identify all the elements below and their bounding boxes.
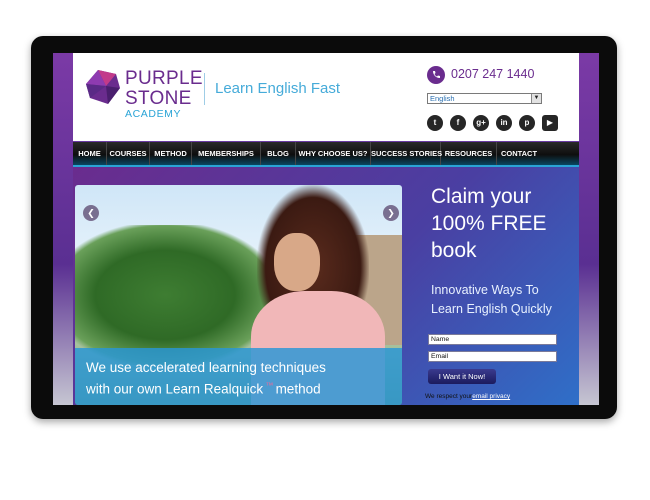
nav-item-home[interactable]: HOME xyxy=(73,142,107,165)
twitter-icon[interactable]: t xyxy=(427,115,443,131)
nav-item-resources[interactable]: RESOURCES xyxy=(441,142,497,165)
facebook-icon[interactable]: f xyxy=(450,115,466,131)
offer-heading: Claim your 100% FREE book xyxy=(431,183,571,264)
phone-number[interactable]: 0207 247 1440 xyxy=(451,67,534,81)
caption-line-1: We use accelerated learning techniques xyxy=(86,360,326,375)
logo-line-2: STONE xyxy=(125,88,192,109)
privacy-link[interactable]: email privacy xyxy=(472,393,510,400)
site-header: PURPLE STONE ACADEMY Learn English Fast … xyxy=(73,53,579,141)
hero-slider[interactable]: We use accelerated learning techniques w… xyxy=(75,185,402,405)
phone-icon xyxy=(427,66,445,84)
email-field[interactable]: Email xyxy=(428,351,557,362)
slide-caption: We use accelerated learning techniques w… xyxy=(86,359,326,399)
nav-item-contact[interactable]: CONTACT xyxy=(497,142,541,165)
gem-logo-icon[interactable] xyxy=(84,68,122,108)
offer-line-1: Claim your xyxy=(431,185,532,208)
caption-line-2: with our own Learn Realquick ™ method xyxy=(86,377,326,399)
offer-sub-line-1: Innovative Ways To xyxy=(431,283,539,297)
header-divider xyxy=(204,73,205,105)
trademark-mark: ™ xyxy=(263,381,276,390)
nav-item-method[interactable]: METHOD xyxy=(150,142,192,165)
pinterest-icon[interactable]: p xyxy=(519,115,535,131)
page-background-right xyxy=(579,53,599,405)
offer-line-2: 100% FREE xyxy=(431,212,547,235)
offer-line-3: book xyxy=(431,239,477,262)
nav-item-memberships[interactable]: MEMBERSHIPS xyxy=(192,142,261,165)
hero-section: We use accelerated learning techniques w… xyxy=(73,167,579,405)
slider-prev-icon[interactable]: ❮ xyxy=(83,205,99,221)
slider-next-icon[interactable]: ❯ xyxy=(383,205,399,221)
linkedin-icon[interactable]: in xyxy=(496,115,512,131)
caption-line-2-start: with our own Learn Realquick xyxy=(86,381,264,397)
privacy-note: We respect youremail privacy xyxy=(425,393,510,400)
logo-line-3: ACADEMY xyxy=(125,108,182,120)
google-plus-icon[interactable]: g+ xyxy=(473,115,489,131)
nav-item-why-choose-us[interactable]: WHY CHOOSE US? xyxy=(296,142,371,165)
offer-sub-line-2: Learn English Quickly xyxy=(431,302,552,316)
slide-person-face xyxy=(274,233,320,291)
youtube-icon[interactable]: ▶ xyxy=(542,115,558,131)
main-nav: HOME COURSES METHOD MEMBERSHIPS BLOG WHY… xyxy=(73,142,579,167)
website: PURPLE STONE ACADEMY Learn English Fast … xyxy=(73,53,579,405)
nav-item-courses[interactable]: COURSES xyxy=(107,142,150,165)
name-field[interactable]: Name xyxy=(428,334,557,345)
nav-item-blog[interactable]: BLOG xyxy=(261,142,296,165)
offer-subheading: Innovative Ways To Learn English Quickly xyxy=(431,281,571,319)
screen: PURPLE STONE ACADEMY Learn English Fast … xyxy=(53,53,599,405)
submit-button[interactable]: I Want it Now! xyxy=(428,369,496,384)
caption-line-2-end: method xyxy=(275,381,321,397)
tagline: Learn English Fast xyxy=(215,80,341,97)
dropdown-arrow-icon[interactable]: ▼ xyxy=(531,94,541,103)
privacy-text: We respect your xyxy=(425,393,473,400)
language-select-value: English xyxy=(430,94,455,103)
site-logo[interactable]: PURPLE STONE ACADEMY xyxy=(125,69,203,120)
language-select[interactable]: English ▼ xyxy=(427,93,542,104)
slide-tree xyxy=(75,225,275,365)
nav-item-success-stories[interactable]: SUCCESS STORIES xyxy=(371,142,442,165)
logo-line-1: PURPLE xyxy=(125,68,203,89)
page-background-left xyxy=(53,53,73,405)
